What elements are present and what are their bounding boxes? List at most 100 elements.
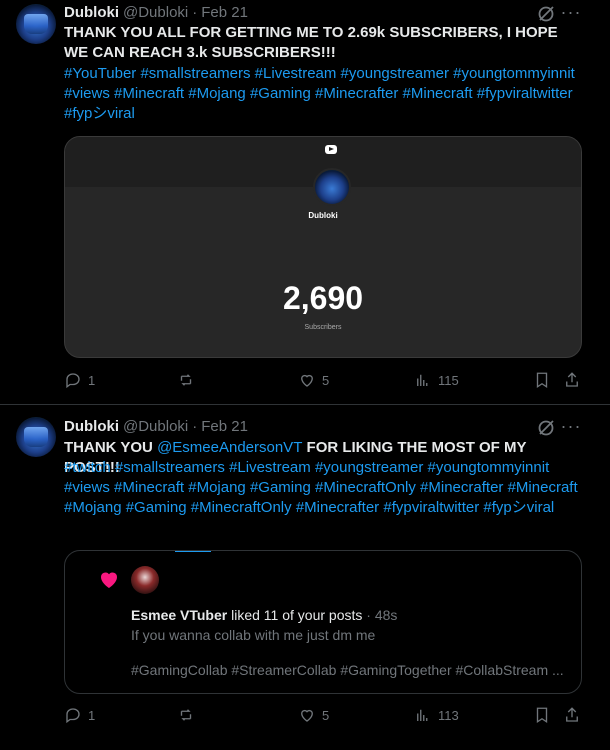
views-button[interactable]: 115	[414, 371, 459, 389]
author-handle[interactable]: @Dubloki	[123, 418, 188, 435]
hashtag-link[interactable]: #fypシviral	[483, 499, 554, 516]
hashtag-link[interactable]: #Minecrafter	[296, 499, 379, 516]
hashtag-link[interactable]: #fypシviral	[64, 105, 135, 122]
hashtag-link[interactable]: #Minecrafter	[315, 85, 398, 102]
hashtag-link[interactable]: #fypviraltwitter	[383, 499, 479, 516]
hashtag-link[interactable]: #MinecraftOnly	[315, 479, 416, 496]
hashtag-link[interactable]: #Gaming	[250, 85, 311, 102]
hashtag-link[interactable]: #Mojang	[188, 479, 246, 496]
views-icon	[417, 709, 428, 721]
author-handle[interactable]: @Dubloki	[123, 4, 188, 21]
views-icon	[417, 374, 428, 386]
hashtag-link[interactable]: #fypviraltwitter	[477, 85, 573, 102]
bookmark-button[interactable]	[533, 706, 557, 724]
action-bar: 1 5 115	[64, 371, 584, 391]
separator-dot: ·	[192, 417, 198, 435]
repost-icon	[180, 374, 192, 386]
hashtag-link[interactable]: #Mojang	[64, 499, 122, 516]
notification-time: · 48s	[366, 607, 398, 623]
like-button[interactable]: 5	[298, 706, 329, 724]
avatar[interactable]	[16, 4, 56, 44]
subscriber-label: Subscribers	[304, 324, 342, 331]
hashtag-link[interactable]: #twitch	[64, 459, 111, 476]
liker-name: Esmee VTuber	[131, 607, 228, 623]
repost-button[interactable]	[177, 371, 201, 389]
heart-icon	[101, 572, 117, 588]
action-bar: 1 5 113	[64, 706, 584, 726]
channel-avatar	[313, 168, 351, 206]
liker-avatar	[131, 566, 159, 594]
author-name[interactable]: Dubloki	[64, 418, 119, 435]
channel-name: Dubloki	[308, 211, 338, 220]
tweet-date[interactable]: Feb 21	[201, 4, 248, 21]
tweet-date[interactable]: Feb 21	[201, 418, 248, 435]
repost-button[interactable]	[177, 706, 201, 724]
heart-icon	[301, 374, 313, 387]
reply-icon	[66, 373, 80, 389]
hashtag-link[interactable]: #Minecraft	[403, 85, 473, 102]
reply-button[interactable]: 1	[64, 706, 95, 724]
subscriber-card[interactable]: Dubloki 2,690 Subscribers	[64, 136, 582, 358]
hashtag-link[interactable]: #views	[64, 85, 110, 102]
like-count: 5	[322, 372, 330, 388]
more-options-icon[interactable]: ···	[560, 415, 582, 437]
hashtag-list: #twitch #smallstreamers #Livestream #you…	[64, 458, 584, 518]
subscriber-count: 2,690	[282, 280, 364, 316]
hashtag-link[interactable]: #youngstreamer	[315, 459, 423, 476]
repost-icon	[180, 709, 192, 721]
hashtag-link[interactable]: #Minecraft	[508, 479, 578, 496]
like-count: 5	[322, 707, 330, 723]
hashtag-link[interactable]: #Mojang	[188, 85, 246, 102]
views-button[interactable]: 113	[414, 706, 459, 724]
tweet[interactable]: Dubloki @Dubloki · Feb 21 ··· THANK YOU …	[0, 0, 610, 404]
hashtag-link[interactable]: #Gaming	[126, 499, 187, 516]
hashtag-link[interactable]: #Gaming	[250, 479, 311, 496]
hashtag-link[interactable]: #smallstreamers	[115, 459, 225, 476]
share-button[interactable]	[563, 371, 587, 389]
reply-count: 1	[88, 707, 96, 723]
grok-icon[interactable]	[535, 3, 557, 25]
hashtag-link[interactable]: #YouTuber	[64, 65, 136, 82]
avatar[interactable]	[16, 417, 56, 457]
tweet-text: THANK YOU ALL FOR GETTING ME TO 2.69k SU…	[64, 24, 558, 61]
bookmark-icon	[536, 707, 548, 724]
hashtag-link[interactable]: #Minecraft	[114, 479, 184, 496]
hashtag-link[interactable]: #youngtommyinnit	[453, 65, 575, 82]
tweet-header: Dubloki @Dubloki · Feb 21	[64, 416, 248, 436]
hashtag-link[interactable]: #MinecraftOnly	[191, 499, 292, 516]
hashtag-link[interactable]: #smallstreamers	[140, 65, 250, 82]
share-button[interactable]	[563, 706, 587, 724]
notification-tags: #GamingCollab #StreamerCollab #GamingTog…	[131, 662, 564, 678]
tweet-text-prefix: THANK YOU	[64, 439, 158, 456]
like-button[interactable]: 5	[298, 371, 329, 389]
card-accent	[175, 551, 211, 552]
more-options-icon[interactable]: ···	[560, 1, 582, 23]
hashtag-link[interactable]: #Minecraft	[114, 85, 184, 102]
separator-dot: ·	[192, 3, 198, 21]
reply-button[interactable]: 1	[64, 371, 95, 389]
share-icon	[566, 372, 578, 387]
notification-message: If you wanna collab with me just dm me	[131, 627, 376, 643]
like-notification: Esmee VTuber liked 11 of your posts · 48…	[131, 607, 397, 623]
hashtag-link[interactable]: #Livestream	[229, 459, 311, 476]
bookmark-icon	[536, 372, 548, 389]
hashtag-link[interactable]: #youngtommyinnit	[428, 459, 550, 476]
reply-count: 1	[88, 372, 96, 388]
hashtag-list: #YouTuber #smallstreamers #Livestream #y…	[64, 64, 584, 124]
liked-text: liked 11 of your posts	[231, 607, 363, 623]
bookmark-button[interactable]	[533, 371, 557, 389]
author-name[interactable]: Dubloki	[64, 4, 119, 21]
tweet[interactable]: Dubloki @Dubloki · Feb 21 ··· THANK YOU …	[0, 405, 610, 750]
hashtag-link[interactable]: #youngstreamer	[341, 65, 449, 82]
hashtag-link[interactable]: #views	[64, 479, 110, 496]
view-count: 115	[438, 372, 459, 388]
grok-icon[interactable]	[535, 417, 557, 439]
quoted-notification-card[interactable]: Esmee VTuber liked 11 of your posts · 48…	[64, 550, 582, 694]
heart-icon	[301, 709, 313, 722]
hashtag-link[interactable]: #Livestream	[255, 65, 337, 82]
share-icon	[566, 707, 578, 722]
hashtag-link[interactable]: #Minecrafter	[420, 479, 503, 496]
youtube-icon	[325, 145, 337, 154]
tweet-header: Dubloki @Dubloki · Feb 21	[64, 2, 248, 22]
mention-link[interactable]: @EsmeeAndersonVT	[157, 439, 302, 456]
